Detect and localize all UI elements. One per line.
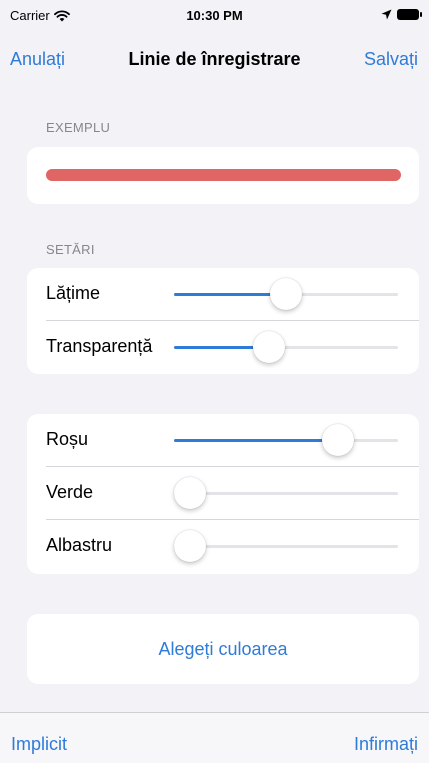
cancel-button[interactable]: Anulați bbox=[10, 49, 65, 70]
slider-thumb[interactable] bbox=[270, 278, 302, 310]
settings-section-header: SETĂRI bbox=[46, 242, 95, 257]
green-slider[interactable] bbox=[174, 467, 398, 520]
transparency-slider[interactable] bbox=[174, 321, 398, 374]
slider-track bbox=[174, 545, 398, 548]
red-slider[interactable] bbox=[174, 414, 398, 467]
battery-icon bbox=[397, 9, 422, 20]
status-right bbox=[381, 9, 422, 20]
transparency-row: Transparență bbox=[27, 321, 419, 374]
blue-slider[interactable] bbox=[174, 520, 398, 573]
green-row: Verde bbox=[27, 467, 419, 520]
navigation-bar: Anulați Linie de înregistrare Salvați bbox=[0, 36, 429, 84]
red-label: Roșu bbox=[46, 429, 89, 449]
red-row: Roșu bbox=[27, 414, 419, 467]
location-arrow-icon bbox=[381, 9, 392, 20]
status-time: 10:30 PM bbox=[186, 8, 243, 23]
slider-thumb[interactable] bbox=[321, 424, 354, 456]
choose-color-card: Alegeți culoarea bbox=[27, 614, 419, 684]
transparency-label: Transparență bbox=[46, 336, 153, 356]
width-slider[interactable] bbox=[174, 268, 398, 321]
settings-card: Lățime Transparență bbox=[27, 268, 419, 374]
slider-thumb[interactable] bbox=[174, 530, 206, 562]
default-button[interactable]: Implicit bbox=[11, 734, 67, 755]
screen: Carrier 10:30 PM Anulați Linie de înregi… bbox=[0, 0, 429, 763]
bottom-toolbar: Implicit Infirmați bbox=[0, 712, 429, 763]
sample-line-preview bbox=[46, 169, 401, 181]
info-button[interactable]: Infirmați bbox=[354, 734, 418, 755]
save-button[interactable]: Salvați bbox=[364, 49, 418, 70]
slider-fill bbox=[174, 439, 338, 442]
blue-label: Albastru bbox=[46, 535, 113, 555]
color-card: Roșu Verde Albastru bbox=[27, 414, 419, 574]
width-row: Lățime bbox=[27, 268, 419, 321]
choose-color-button[interactable]: Alegeți culoarea bbox=[27, 614, 419, 684]
green-label: Verde bbox=[46, 482, 94, 502]
slider-thumb[interactable] bbox=[252, 331, 285, 363]
status-bar: Carrier 10:30 PM bbox=[0, 0, 429, 36]
slider-thumb[interactable] bbox=[174, 477, 206, 509]
blue-row: Albastru bbox=[27, 520, 419, 573]
sample-section-header: EXEMPLU bbox=[46, 120, 111, 135]
slider-track bbox=[174, 492, 398, 495]
sample-card bbox=[27, 147, 419, 204]
width-label: Lățime bbox=[46, 283, 101, 303]
